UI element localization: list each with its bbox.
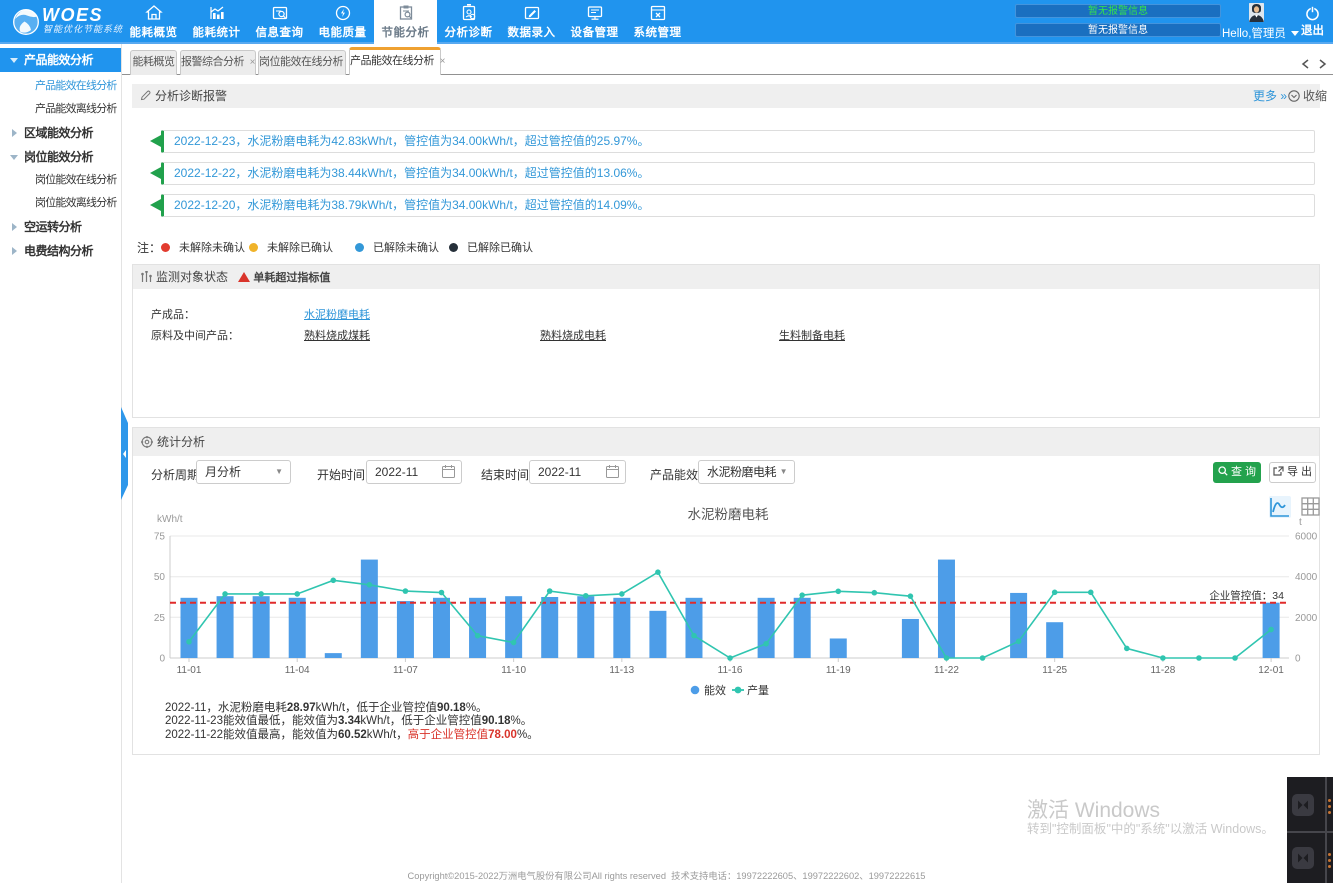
svg-text:50: 50 <box>154 572 166 583</box>
svg-text:2000: 2000 <box>1295 613 1318 624</box>
svg-text:11-28: 11-28 <box>1150 665 1175 676</box>
svg-text:11-10: 11-10 <box>501 665 526 676</box>
svg-text:11-22: 11-22 <box>934 665 959 676</box>
svg-text:产量: 产量 <box>747 683 769 697</box>
svg-text:kWh/t: kWh/t <box>157 514 183 525</box>
svg-text:水泥粉磨电耗: 水泥粉磨电耗 <box>688 507 769 522</box>
svg-text:0: 0 <box>159 654 165 665</box>
svg-text:t: t <box>1299 517 1302 528</box>
svg-text:11-04: 11-04 <box>285 665 310 676</box>
svg-text:4000: 4000 <box>1295 572 1318 583</box>
svg-text:11-07: 11-07 <box>393 665 418 676</box>
svg-text:6000: 6000 <box>1295 532 1318 543</box>
svg-text:能效: 能效 <box>704 683 726 697</box>
svg-text:11-19: 11-19 <box>826 665 851 676</box>
svg-text:25: 25 <box>154 613 166 624</box>
svg-text:11-01: 11-01 <box>177 665 202 676</box>
svg-text:企业管控值：34: 企业管控值：34 <box>1209 589 1284 602</box>
svg-text:11-16: 11-16 <box>718 665 743 676</box>
svg-text:11-13: 11-13 <box>609 665 634 676</box>
svg-text:12-01: 12-01 <box>1258 665 1284 676</box>
svg-text:75: 75 <box>154 532 166 543</box>
svg-text:0: 0 <box>1295 654 1301 665</box>
svg-text:11-25: 11-25 <box>1042 665 1067 676</box>
